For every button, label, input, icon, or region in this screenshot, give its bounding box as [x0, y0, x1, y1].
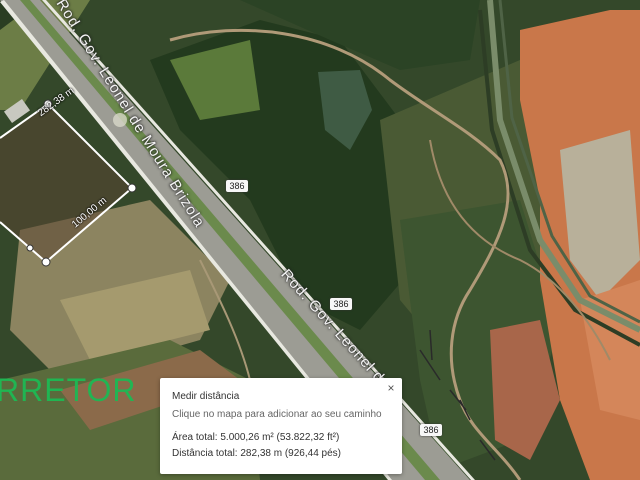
total-distance: Distância total: 282,38 m (926,44 pés) — [172, 448, 341, 459]
panel-title: Medir distância — [172, 391, 240, 402]
measure-point[interactable] — [41, 257, 51, 267]
panel-hint: Clique no mapa para adicionar ao seu cam… — [172, 409, 382, 420]
measure-point[interactable] — [26, 244, 34, 252]
route-shield: 386 — [226, 180, 248, 192]
route-shield: 386 — [330, 298, 352, 310]
measure-point[interactable] — [127, 183, 137, 193]
close-icon[interactable]: × — [384, 381, 398, 395]
total-area: Área total: 5.000,26 m² (53.822,32 ft²) — [172, 432, 340, 443]
watermark-text: RRETOR — [0, 372, 137, 408]
measure-distance-panel: Medir distância × Clique no mapa para ad… — [160, 378, 402, 474]
route-shield: 386 — [420, 424, 442, 436]
